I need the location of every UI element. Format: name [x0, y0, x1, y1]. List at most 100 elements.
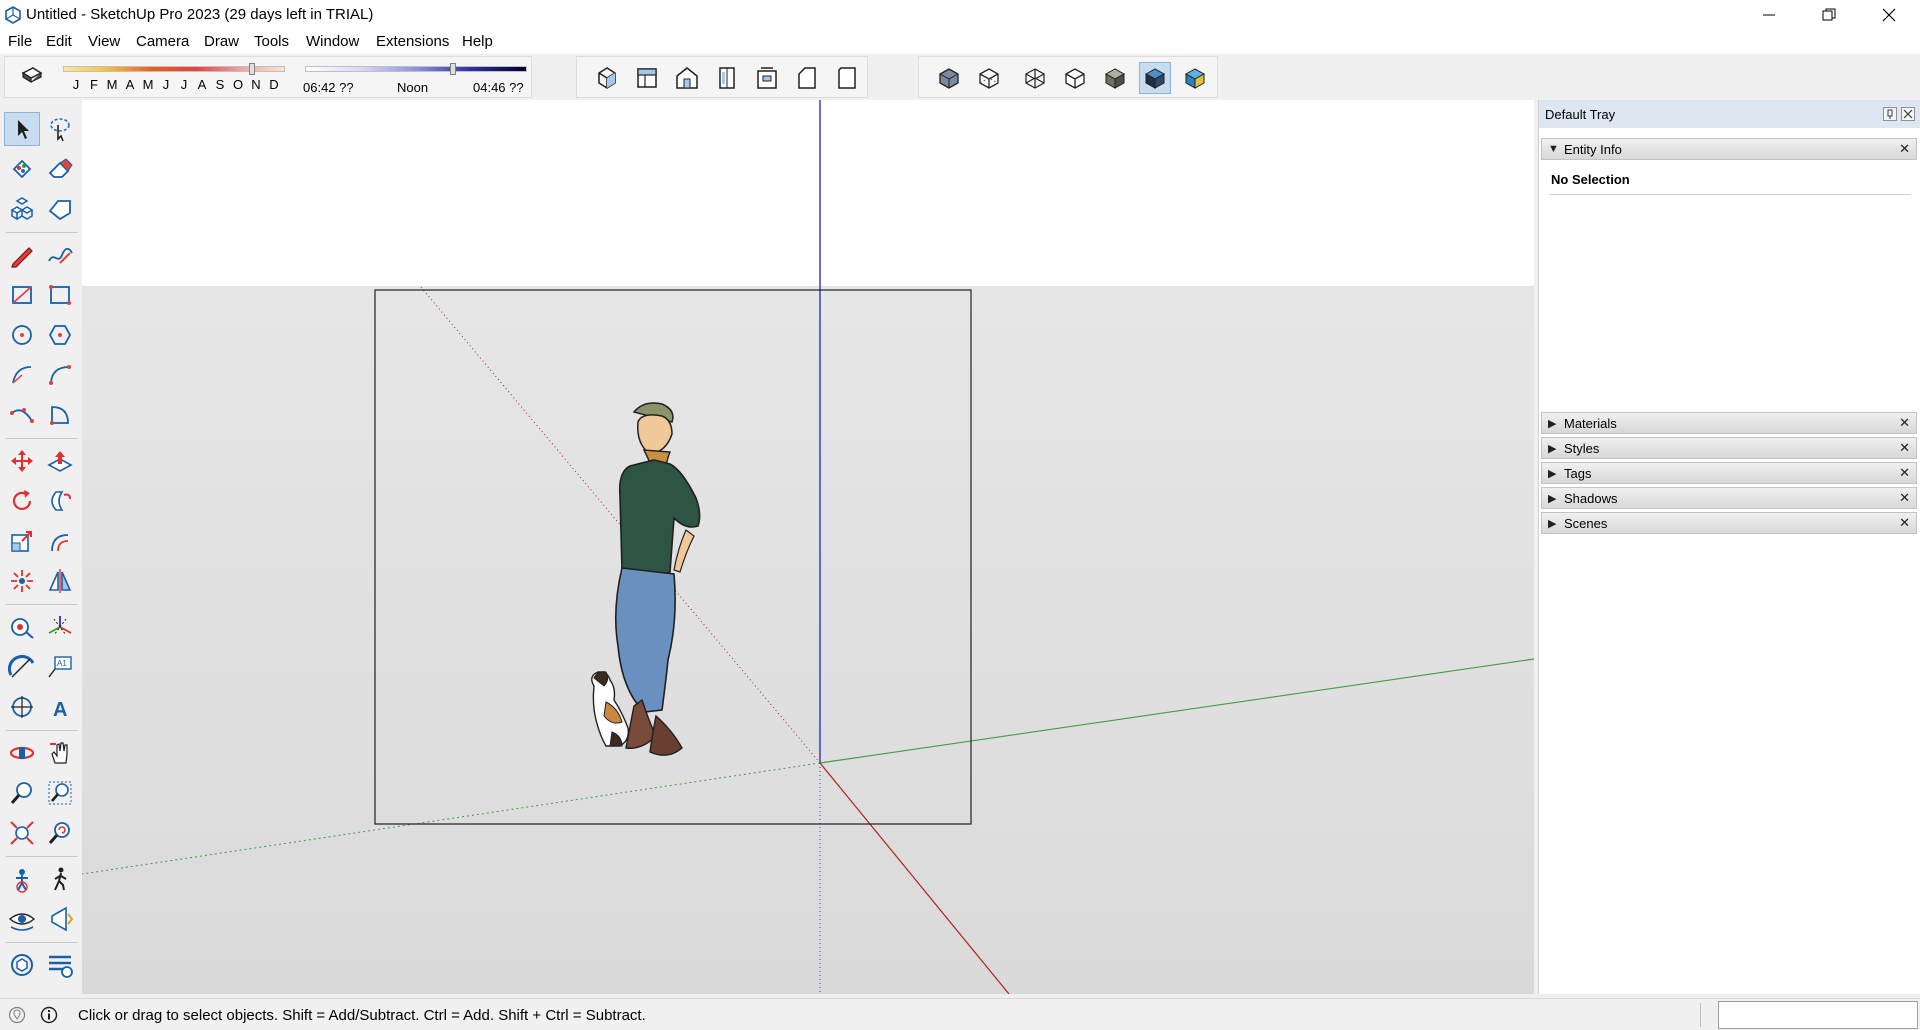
- back-view-button[interactable]: [751, 62, 783, 94]
- shaded-with-textures-button[interactable]: [1139, 62, 1171, 94]
- zoom-extents-tool[interactable]: [4, 816, 40, 850]
- right-view-button[interactable]: [711, 62, 743, 94]
- text-tool[interactable]: A1: [42, 650, 78, 684]
- freehand-tool[interactable]: [42, 238, 78, 272]
- shaded-with-textures-icon: [1144, 68, 1166, 89]
- menu-view[interactable]: View: [88, 33, 120, 50]
- scale-tool[interactable]: [4, 524, 40, 558]
- axes-icon: [48, 616, 72, 636]
- menu-tools[interactable]: Tools: [254, 33, 289, 50]
- rotate-tool[interactable]: [4, 484, 40, 518]
- move-tool[interactable]: [4, 444, 40, 478]
- follow-me-tool[interactable]: [42, 484, 78, 518]
- paint-bucket-tool[interactable]: [4, 152, 40, 186]
- close-icon[interactable]: ✕: [1899, 490, 1910, 506]
- zoom-tool[interactable]: [4, 776, 40, 810]
- line-tool[interactable]: [4, 238, 40, 272]
- mirror-tool[interactable]: [42, 564, 78, 598]
- menu-draw[interactable]: Draw: [204, 33, 239, 50]
- shadow-toggle-button[interactable]: [15, 61, 47, 93]
- tray-title: Default Tray: [1545, 107, 1616, 122]
- measurements-box[interactable]: [1718, 1001, 1918, 1029]
- xray-button[interactable]: [933, 62, 965, 94]
- time-slider[interactable]: [305, 66, 527, 72]
- geo-location-icon[interactable]: [8, 1006, 26, 1024]
- close-icon[interactable]: ✕: [1899, 415, 1910, 431]
- 3d-text-tool[interactable]: A: [42, 690, 78, 724]
- arc-tool[interactable]: [4, 358, 40, 392]
- tray-pin-button[interactable]: [1883, 107, 1897, 121]
- menu-file[interactable]: File: [8, 33, 32, 50]
- menu-camera[interactable]: Camera: [136, 33, 189, 50]
- left-view-button[interactable]: [791, 62, 823, 94]
- rotated-rectangle-tool[interactable]: [42, 278, 78, 312]
- wireframe-button[interactable]: [1019, 62, 1051, 94]
- hidden-line-button[interactable]: [1059, 62, 1091, 94]
- styles-panel-header[interactable]: ▶ Styles ✕: [1541, 437, 1917, 459]
- follow-me-icon: [51, 491, 71, 511]
- tape-measure-tool[interactable]: [4, 610, 40, 644]
- shadows-toolbar: JFMAMJJASOND 06:42 ?? Noon 04:46 ??: [4, 56, 532, 98]
- back-edges-button[interactable]: [973, 62, 1005, 94]
- look-around-tool[interactable]: [4, 902, 40, 936]
- polygon-tool[interactable]: [42, 318, 78, 352]
- menu-edit[interactable]: Edit: [46, 33, 72, 50]
- monochrome-button[interactable]: [1179, 62, 1211, 94]
- 3d-warehouse-tool[interactable]: [4, 948, 40, 982]
- shaded-button[interactable]: [1099, 62, 1131, 94]
- pie-tool[interactable]: [42, 398, 78, 432]
- menu-extensions[interactable]: Extensions: [376, 33, 449, 50]
- dimension-tool[interactable]: [4, 690, 40, 724]
- flip-tool[interactable]: [4, 564, 40, 598]
- make-component-tool[interactable]: [4, 192, 40, 226]
- tag-tool[interactable]: [42, 192, 78, 226]
- circle-tool[interactable]: [4, 318, 40, 352]
- info-icon[interactable]: [40, 1006, 58, 1024]
- restore-button[interactable]: [1800, 0, 1858, 30]
- rectangle-tool[interactable]: [4, 278, 40, 312]
- orbit-tool[interactable]: [4, 736, 40, 770]
- two-point-arc-tool[interactable]: [42, 358, 78, 392]
- top-toolbars: JFMAMJJASOND 06:42 ?? Noon 04:46 ??: [0, 54, 1920, 100]
- front-view-button[interactable]: [671, 62, 703, 94]
- entity-info-panel-header[interactable]: ▼ Entity Info ✕: [1541, 138, 1917, 160]
- previous-view-tool[interactable]: [42, 816, 78, 850]
- menu-help[interactable]: Help: [462, 33, 493, 50]
- top-view-button[interactable]: [631, 62, 663, 94]
- tape-measure-icon: [11, 618, 34, 639]
- offset-tool[interactable]: [42, 524, 78, 558]
- protractor-icon: [8, 654, 35, 678]
- push-pull-tool[interactable]: [42, 444, 78, 478]
- extension-warehouse-tool[interactable]: [42, 948, 78, 982]
- drawing-canvas[interactable]: [82, 100, 1534, 994]
- close-icon[interactable]: ✕: [1899, 465, 1910, 481]
- shadows-panel-header[interactable]: ▶ Shadows ✕: [1541, 487, 1917, 509]
- three-point-arc-tool[interactable]: [4, 398, 40, 432]
- close-icon[interactable]: ✕: [1899, 440, 1910, 456]
- axes-tool[interactable]: [42, 610, 78, 644]
- tray-close-button[interactable]: [1901, 107, 1915, 121]
- minimize-button[interactable]: [1740, 0, 1798, 30]
- model-viewport[interactable]: [82, 100, 1534, 994]
- lasso-tool[interactable]: [42, 112, 78, 146]
- walk-tool[interactable]: [42, 862, 78, 896]
- date-slider-thumb[interactable]: [249, 63, 255, 75]
- tags-panel-header[interactable]: ▶ Tags ✕: [1541, 462, 1917, 484]
- iso-view-button[interactable]: [591, 62, 623, 94]
- pan-tool[interactable]: [42, 736, 78, 770]
- section-plane-tool[interactable]: [42, 902, 78, 936]
- materials-panel-header[interactable]: ▶ Materials ✕: [1541, 412, 1917, 434]
- time-slider-thumb[interactable]: [450, 63, 456, 75]
- bottom-view-button[interactable]: [831, 62, 863, 94]
- select-tool[interactable]: [4, 112, 40, 146]
- close-icon[interactable]: ✕: [1899, 515, 1910, 531]
- close-window-button[interactable]: [1860, 0, 1918, 30]
- close-icon[interactable]: ✕: [1899, 141, 1910, 157]
- month-label: M: [106, 77, 118, 92]
- eraser-tool[interactable]: [42, 152, 78, 186]
- scenes-panel-header[interactable]: ▶ Scenes ✕: [1541, 512, 1917, 534]
- position-camera-tool[interactable]: [4, 862, 40, 896]
- protractor-tool[interactable]: [4, 650, 40, 684]
- menu-window[interactable]: Window: [306, 33, 359, 50]
- zoom-window-tool[interactable]: [42, 776, 78, 810]
